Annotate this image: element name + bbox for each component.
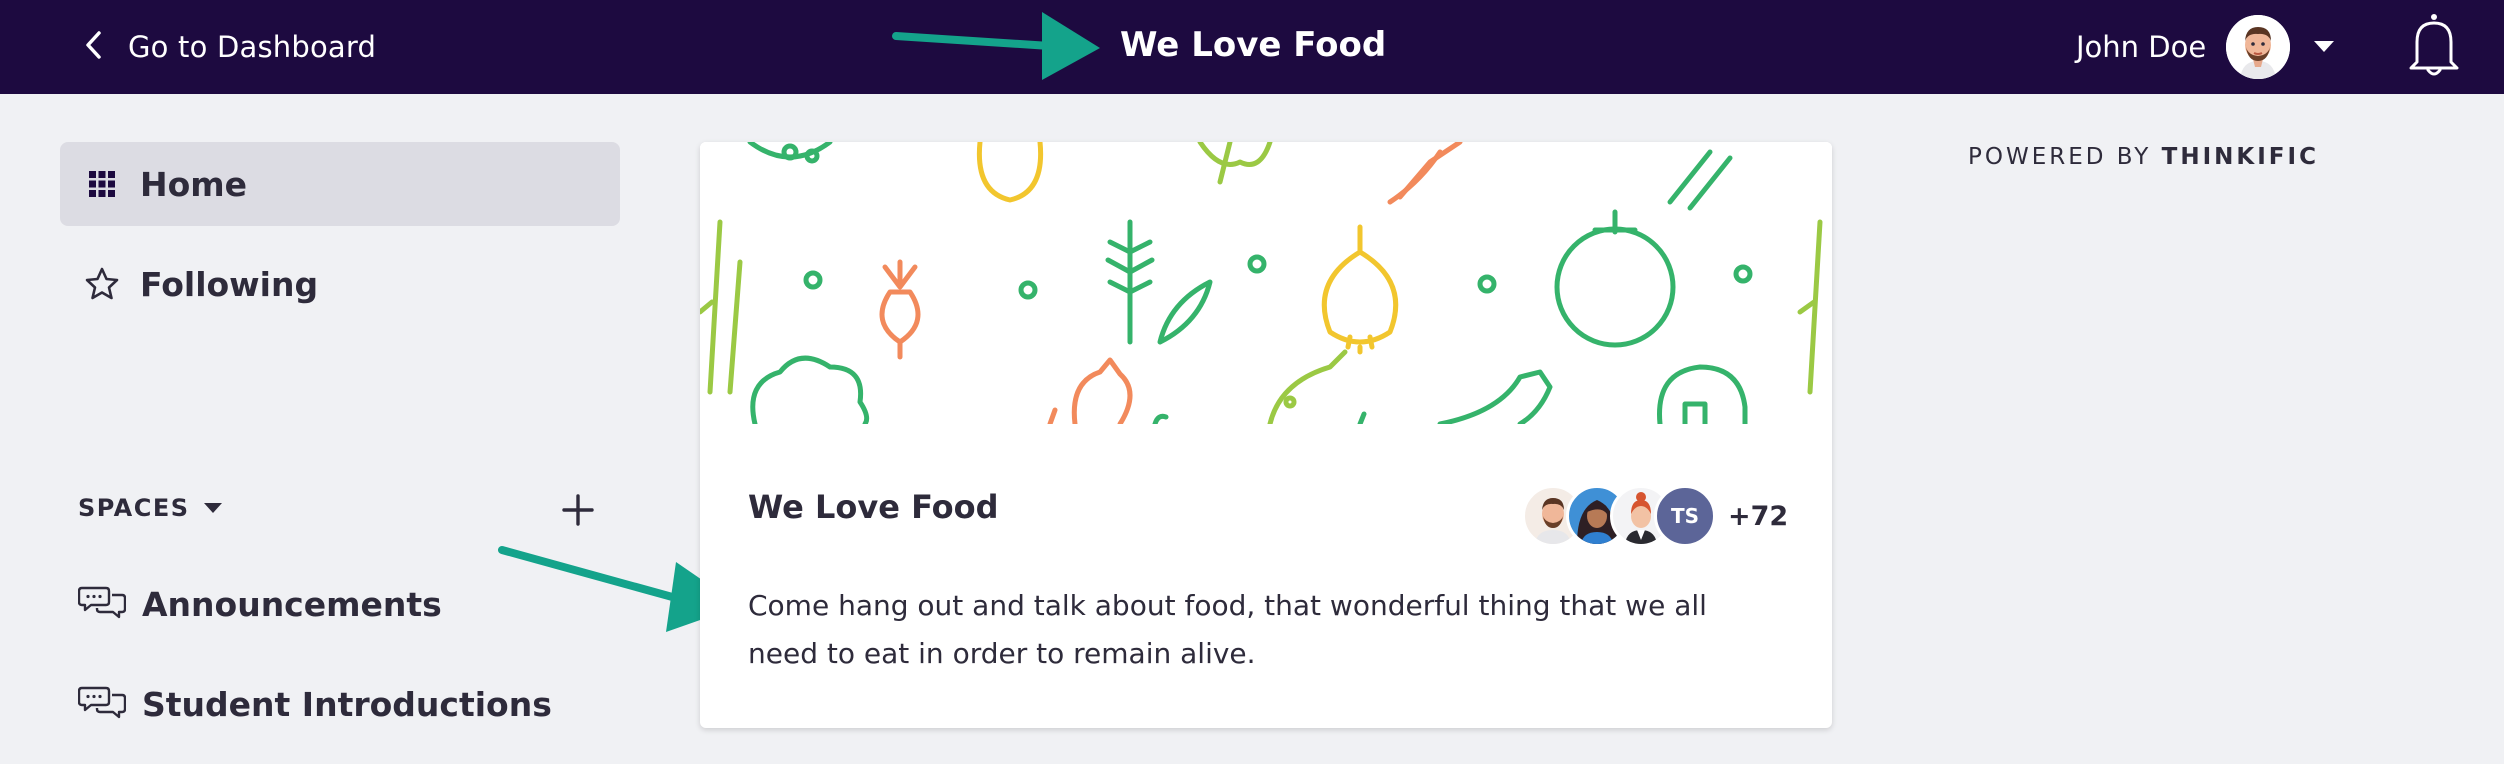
community-card[interactable]: We Love Food TS +72 Come hang out and ta… xyxy=(700,142,1832,728)
powered-by-thinkific[interactable]: POWERED BY THINKIFIC xyxy=(1968,144,2319,170)
member-extra-count: +72 xyxy=(1728,500,1789,532)
space-item-label: Student Introductions xyxy=(142,684,552,724)
sidebar-item-label: Home xyxy=(140,164,248,204)
caret-down-icon xyxy=(2314,38,2335,57)
user-avatar xyxy=(2226,15,2291,79)
community-card-description: Come hang out and talk about food, that … xyxy=(748,589,1707,670)
caret-down-icon xyxy=(203,499,222,518)
member-avatars-group[interactable]: TS +72 xyxy=(1522,484,1788,548)
add-space-button[interactable] xyxy=(560,492,596,528)
top-navigation-bar: Go to Dashboard We Love Food John Doe xyxy=(0,0,2504,94)
annotation-arrow-title xyxy=(892,12,1100,80)
community-card-title: We Love Food xyxy=(748,488,999,526)
sidebar-item-label: Following xyxy=(140,264,319,304)
sidebar-item-following[interactable]: Following xyxy=(60,242,620,326)
chat-bubbles-icon xyxy=(77,684,127,724)
plus-icon xyxy=(562,494,594,526)
spaces-label: SPACES xyxy=(78,494,190,522)
chevron-left-icon xyxy=(84,30,104,64)
food-pattern-banner xyxy=(700,142,1832,424)
spaces-section-toggle[interactable]: SPACES xyxy=(78,494,222,522)
grid-icon xyxy=(84,171,120,197)
powered-by-label: POWERED BY xyxy=(1968,144,2152,170)
space-item-student-introductions[interactable]: Student Introductions xyxy=(77,676,552,732)
community-title: We Love Food xyxy=(1120,25,1387,65)
space-item-label: Announcements xyxy=(142,584,442,624)
chat-bubbles-icon xyxy=(77,584,127,624)
star-icon xyxy=(84,266,120,302)
thinkific-brand: THINKIFIC xyxy=(2161,144,2319,170)
sidebar-item-home[interactable]: Home xyxy=(60,142,620,226)
space-item-announcements[interactable]: Announcements xyxy=(77,576,442,632)
go-to-dashboard-link[interactable]: Go to Dashboard xyxy=(84,24,376,70)
notifications-bell-icon[interactable] xyxy=(2404,12,2464,78)
user-menu[interactable]: John Doe xyxy=(2076,12,2335,82)
member-avatar-initials: TS xyxy=(1654,485,1716,547)
user-name: John Doe xyxy=(2076,30,2207,64)
go-to-dashboard-label: Go to Dashboard xyxy=(128,30,377,64)
